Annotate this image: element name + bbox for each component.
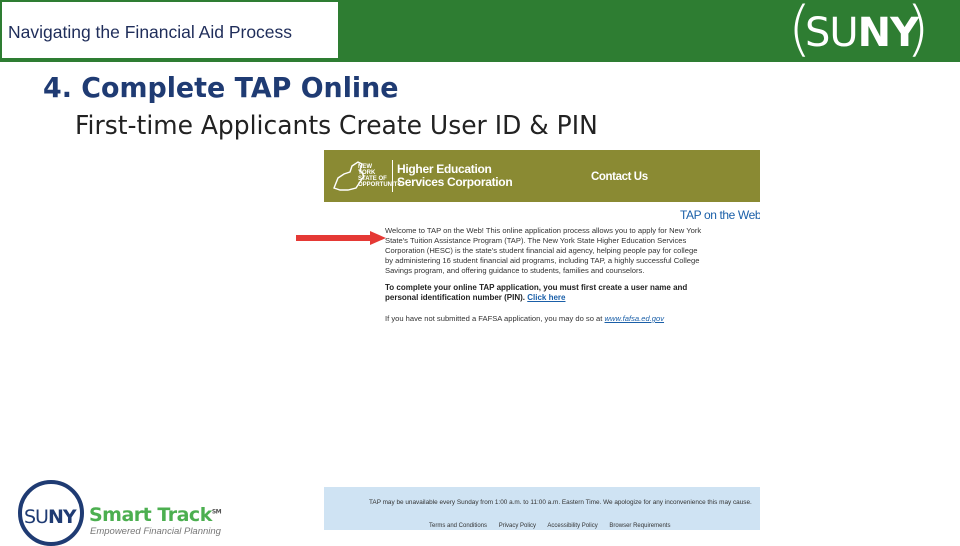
hesc-org-name: Higher Education Services Corporation — [397, 163, 513, 189]
suny-smart-track-logo: SUNY Smart TrackSM Empowered Financial P… — [18, 480, 222, 546]
contact-us-link[interactable]: Contact Us — [591, 171, 648, 183]
fafsa-paragraph: If you have not submitted a FAFSA applic… — [385, 314, 715, 324]
suny-logo-paren-right: ) — [906, 0, 930, 64]
header-bar: Navigating the Financial Aid Process ( S… — [0, 0, 960, 64]
footer-link-terms[interactable]: Terms and Conditions — [429, 523, 487, 529]
click-here-link[interactable]: Click here — [527, 293, 565, 302]
tap-footer: TAP may be unavailable every Sunday from… — [324, 487, 760, 530]
hesc-org-line2: Services Corporation — [397, 175, 513, 189]
header-divider — [392, 160, 393, 192]
red-arrow-icon — [296, 231, 386, 245]
smart-track-tagline: Empowered Financial Planning — [90, 526, 221, 537]
footer-link-accessibility[interactable]: Accessibility Policy — [547, 523, 597, 529]
slide-subheading: First-time Applicants Create User ID & P… — [75, 111, 598, 141]
suny-logo-word: SUNY — [805, 10, 919, 56]
ny-logo-text: NEW YORK STATE OF OPPORTUNITY. — [358, 164, 403, 188]
footer-links: Terms and Conditions Privacy Policy Acce… — [429, 523, 680, 529]
fafsa-link[interactable]: www.fafsa.ed.gov — [605, 314, 665, 323]
footer-link-browser[interactable]: Browser Requirements — [609, 523, 670, 529]
fafsa-text: If you have not submitted a FAFSA applic… — [385, 314, 603, 323]
hesc-header-bar: NEW YORK STATE OF OPPORTUNITY. Higher Ed… — [324, 150, 760, 202]
tap-website-screenshot: NEW YORK STATE OF OPPORTUNITY. Higher Ed… — [324, 150, 760, 530]
tap-page-title: TAP on the Web — [680, 208, 760, 222]
smart-track-suny-word: SUNY — [24, 506, 77, 528]
smart-track-brand: Smart TrackSM — [89, 504, 222, 526]
create-pin-paragraph: To complete your online TAP application,… — [385, 283, 715, 303]
welcome-paragraph: Welcome to TAP on the Web! This online a… — [385, 226, 702, 275]
suny-logo: ( SUNY ) — [788, 0, 930, 64]
slide-header-title: Navigating the Financial Aid Process — [8, 22, 293, 42]
footer-link-privacy[interactable]: Privacy Policy — [499, 523, 536, 529]
title-box: Navigating the Financial Aid Process — [2, 2, 338, 58]
slide-heading: 4. Complete TAP Online — [43, 71, 399, 104]
maintenance-notice: TAP may be unavailable every Sunday from… — [369, 499, 752, 506]
